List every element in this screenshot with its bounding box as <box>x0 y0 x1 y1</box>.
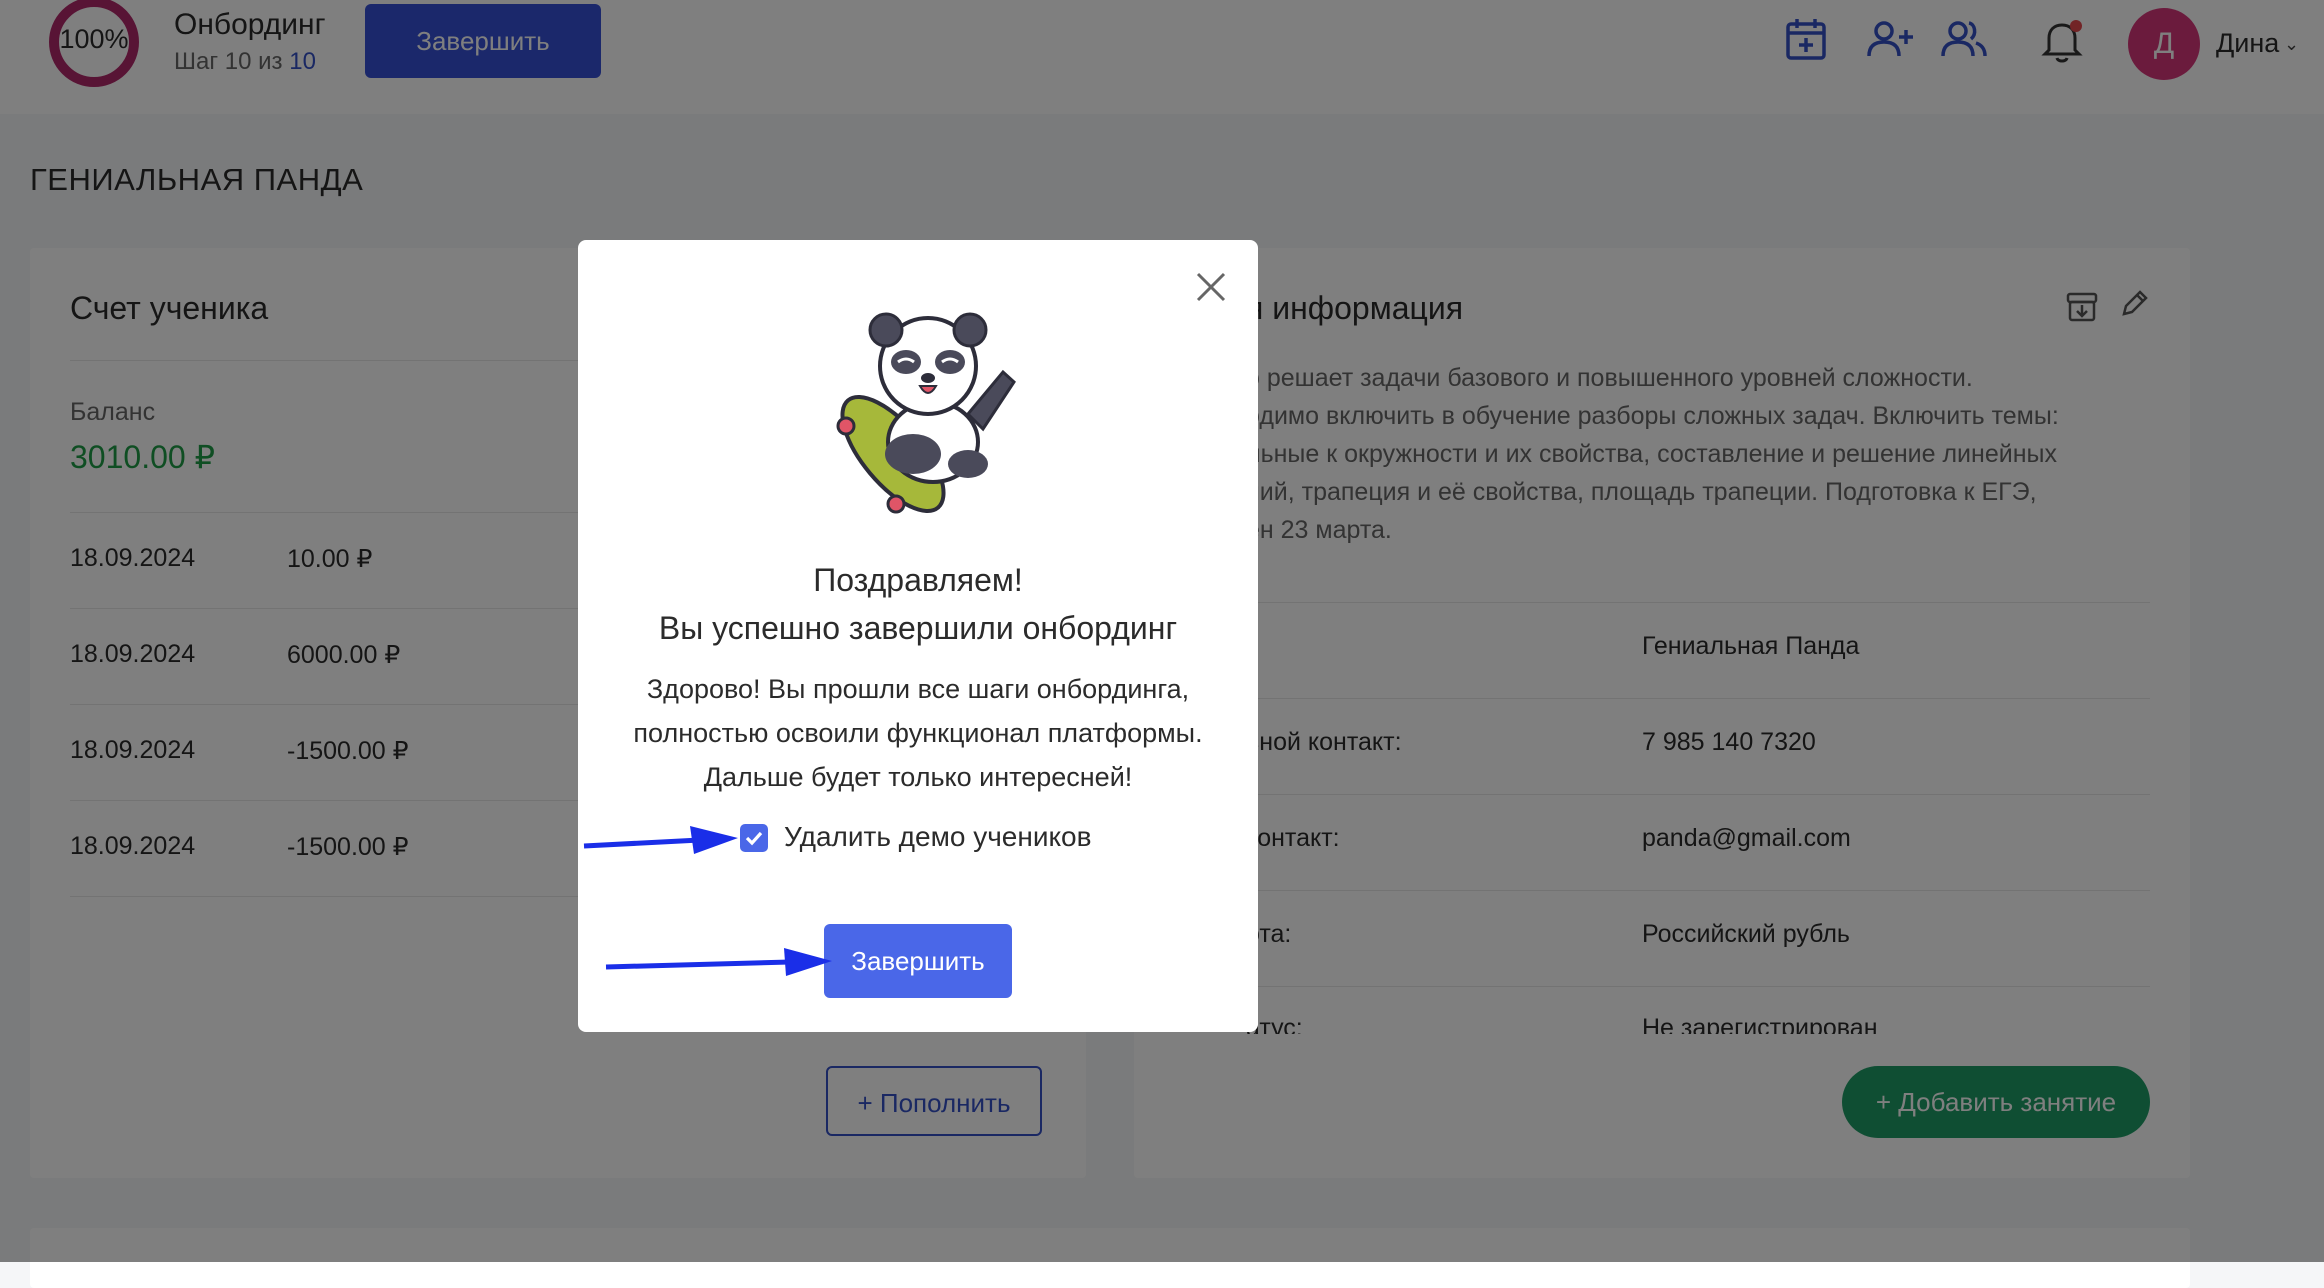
modal-title: Поздравляем! <box>813 562 1023 598</box>
modal-subtitle: Вы успешно завершили онбординг <box>658 610 1178 646</box>
modal-body-line: полностью освоили функционал платформы. <box>633 718 1203 748</box>
modal-body-line: Дальше будет только интересней! <box>703 762 1133 792</box>
panda-skateboard-illustration <box>836 312 1016 514</box>
checkmark-icon <box>745 831 763 846</box>
finish-button[interactable]: Завершить <box>824 924 1012 998</box>
delete-demo-students-label[interactable]: Удалить демо учеников <box>784 821 1091 853</box>
close-icon[interactable] <box>1190 266 1232 308</box>
modal-body-line: Здорово! Вы прошли все шаги онбординга, <box>646 674 1190 704</box>
delete-demo-students-checkbox[interactable] <box>740 824 768 852</box>
